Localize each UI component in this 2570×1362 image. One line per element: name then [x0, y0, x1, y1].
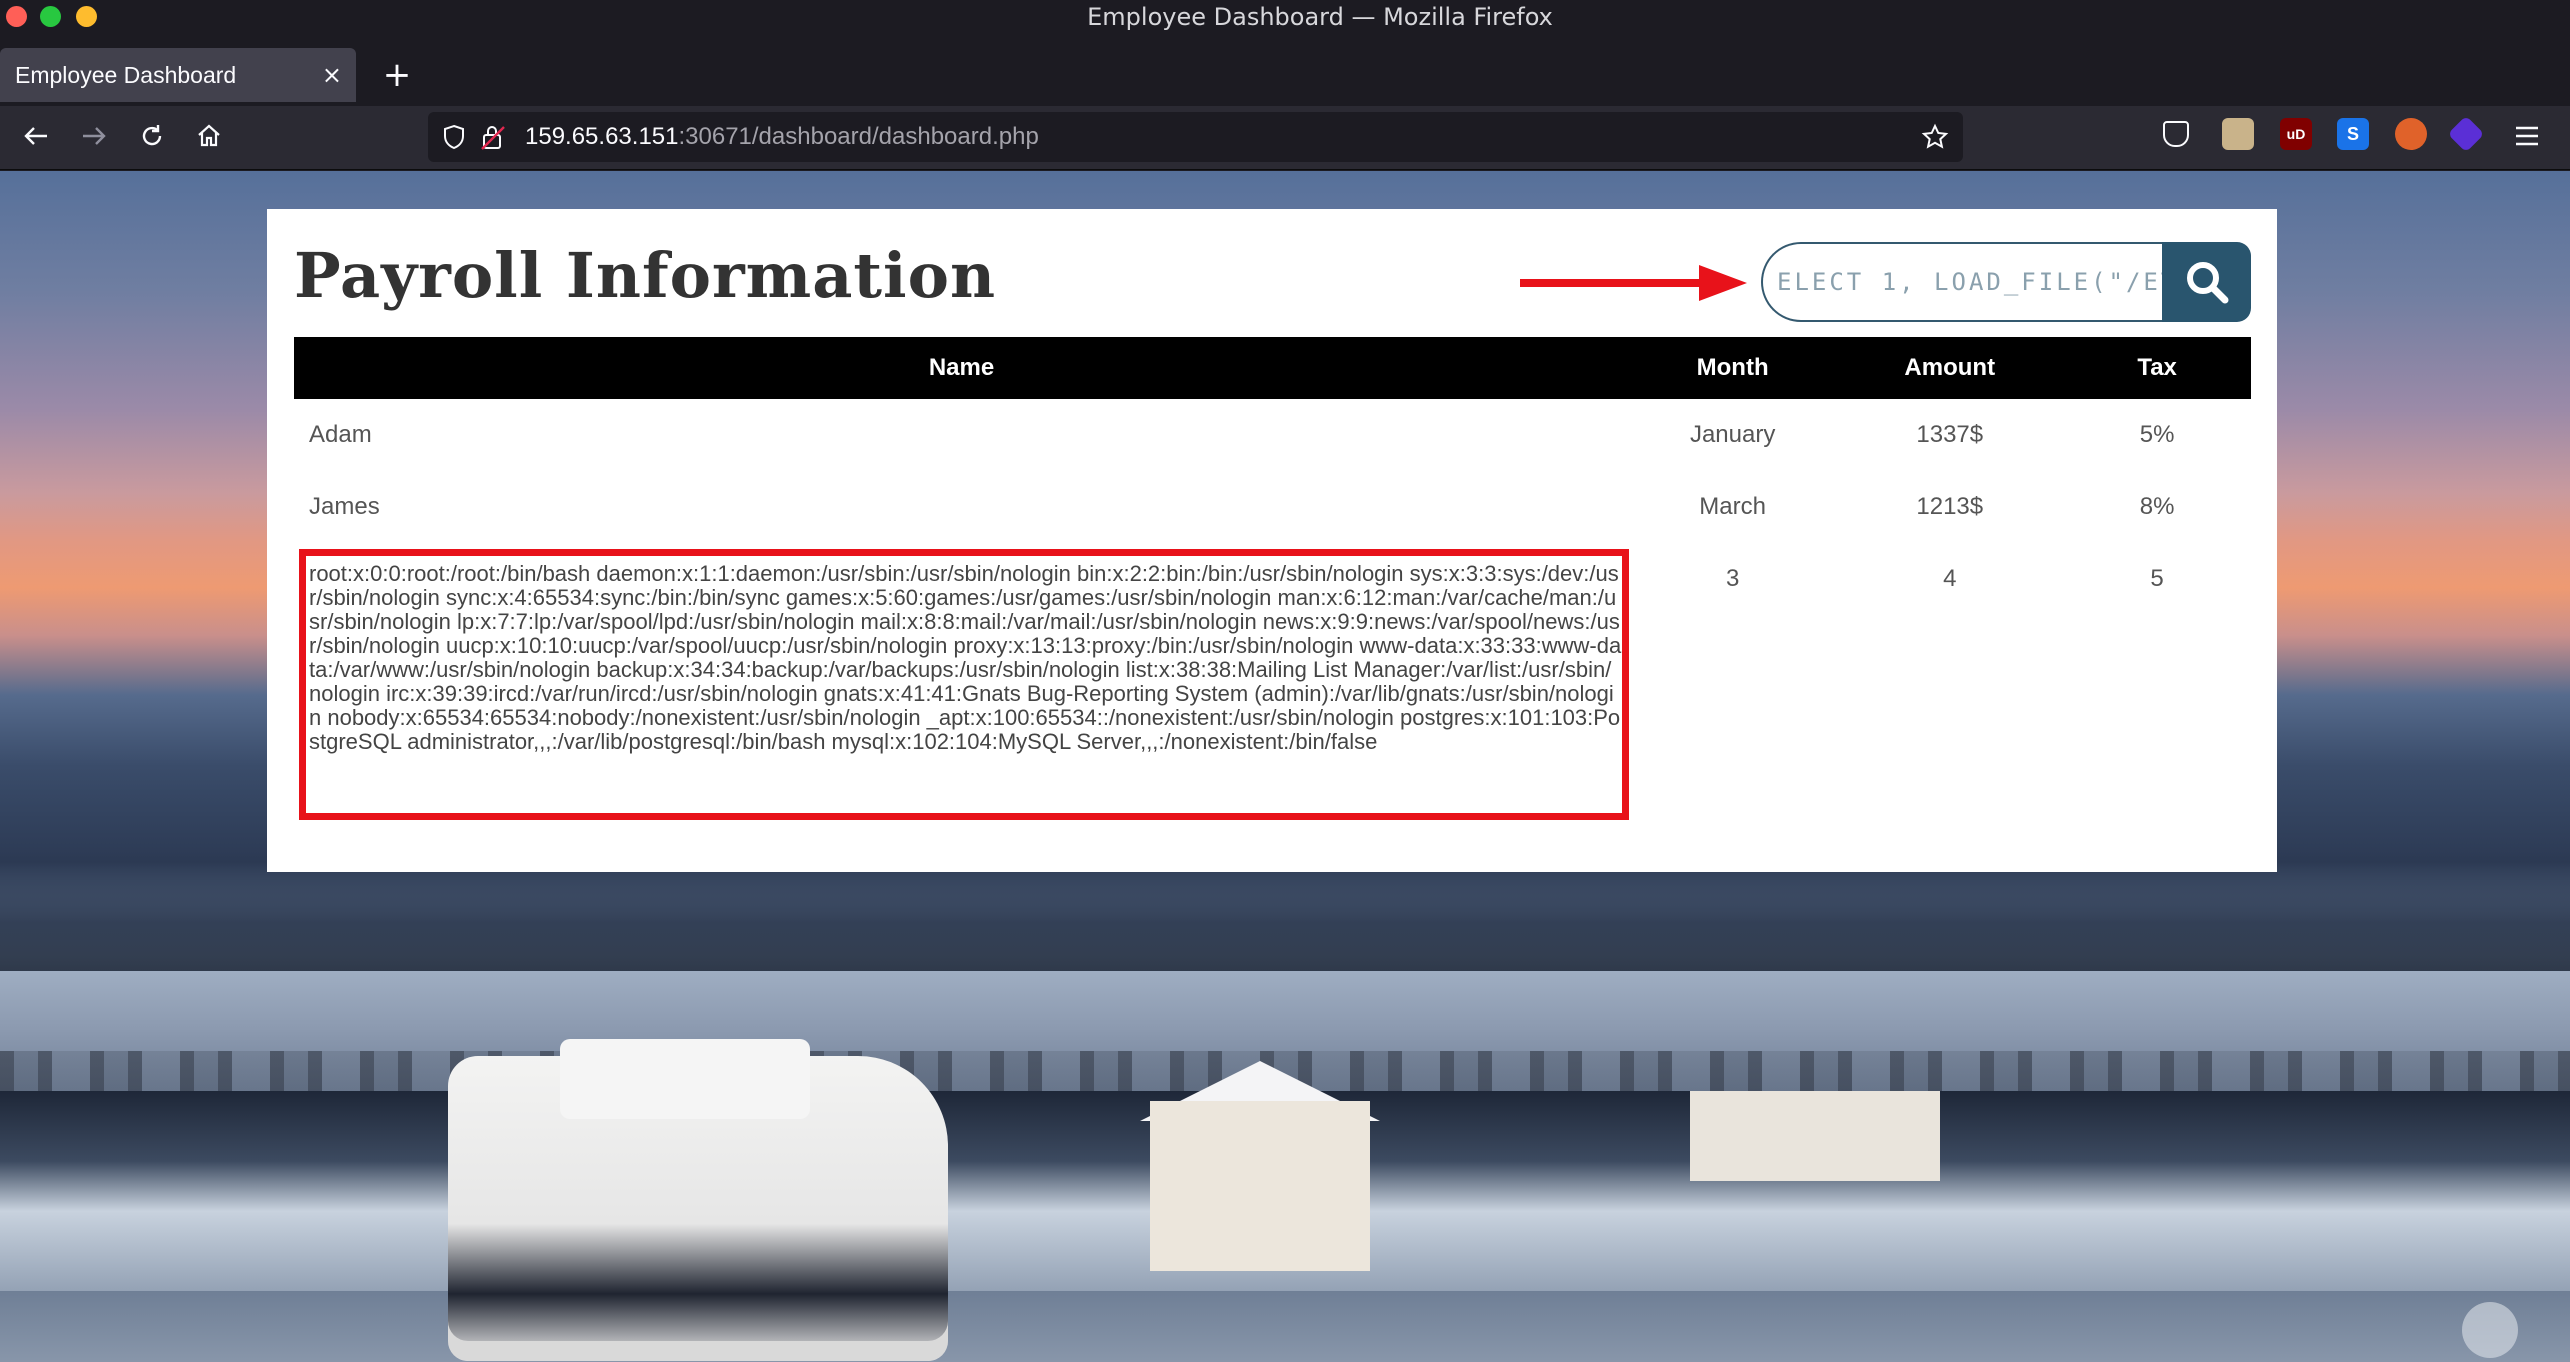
column-header-amount[interactable]: Amount	[1836, 337, 2064, 399]
search-field[interactable]	[1761, 242, 2167, 322]
cookie-extension-icon[interactable]	[2222, 118, 2254, 150]
search-icon	[2186, 262, 2228, 304]
ublock-origin-icon[interactable]: uD	[2280, 118, 2312, 150]
cell-name: James	[309, 493, 380, 520]
navigation-toolbar: 159.65.63.151:30671/dashboard/dashboard.…	[0, 106, 2570, 170]
app-menu-button[interactable]	[2505, 114, 2549, 158]
background-villa	[1150, 1101, 1370, 1271]
tab-close-icon[interactable]: ×	[322, 48, 342, 102]
payroll-table: Name Month Amount Tax Adam January 1337$…	[294, 337, 2251, 820]
url-path: :30671/dashboard/dashboard.php	[678, 123, 1039, 150]
home-button[interactable]	[187, 114, 231, 158]
column-header-month[interactable]: Month	[1629, 337, 1837, 399]
reload-button[interactable]	[130, 114, 174, 158]
cell-month: March	[1699, 493, 1766, 520]
foxyproxy-icon[interactable]	[2395, 118, 2427, 150]
background-water	[0, 1291, 2570, 1362]
background-ferry-bridge	[560, 1039, 810, 1119]
cell-amount: 4	[1943, 565, 1957, 592]
cell-name: Adam	[309, 421, 372, 448]
url-bar[interactable]: 159.65.63.151:30671/dashboard/dashboard.…	[428, 112, 1963, 162]
wappalyzer-icon[interactable]	[2447, 115, 2485, 153]
tab-employee-dashboard[interactable]: Employee Dashboard ×	[0, 48, 356, 102]
cell-tax: 5%	[2139, 421, 2175, 448]
url-text[interactable]: 159.65.63.151:30671/dashboard/dashboard.…	[525, 112, 1039, 162]
tab-title: Employee Dashboard	[15, 62, 237, 88]
cell-month: January	[1689, 421, 1776, 448]
new-tab-button[interactable]: +	[375, 48, 419, 102]
column-header-name[interactable]: Name	[294, 337, 1629, 399]
window-title: Employee Dashboard — Mozilla Firefox	[1087, 3, 1553, 31]
tracking-protection-shield-icon[interactable]	[442, 124, 466, 150]
background-house	[1690, 1091, 1940, 1181]
back-arrow-icon	[24, 127, 47, 145]
s-extension-icon[interactable]: S	[2337, 118, 2369, 150]
tab-strip: Employee Dashboard × +	[0, 34, 2570, 106]
forward-button[interactable]	[72, 114, 116, 158]
passwd-file-dump: root:x:0:0:root:/root:/bin/bash daemon:x…	[309, 561, 1622, 754]
insecure-lock-icon[interactable]	[480, 123, 506, 151]
search-input[interactable]	[1763, 244, 2167, 320]
highlight-box: root:x:0:0:root:/root:/bin/bash daemon:x…	[299, 549, 1629, 820]
cell-month: 3	[1725, 565, 1740, 592]
table-row-injected: root:x:0:0:root:/root:/bin/bash daemon:x…	[294, 543, 2251, 820]
cell-tax: 8%	[2139, 493, 2175, 520]
column-header-tax[interactable]: Tax	[2063, 337, 2251, 399]
back-button[interactable]	[14, 114, 58, 158]
search-button[interactable]	[2162, 242, 2251, 322]
annotation-arrow	[1520, 279, 1705, 287]
annotation-arrow-head	[1699, 265, 1747, 301]
pocket-icon[interactable]	[2163, 121, 2189, 147]
table-header-row: Name Month Amount Tax	[294, 337, 2251, 399]
home-icon	[198, 124, 220, 147]
cell-amount: 1337$	[1916, 421, 1984, 448]
floating-widget-icon[interactable]	[2462, 1302, 2518, 1358]
bookmark-star-icon[interactable]	[1921, 123, 1949, 151]
cell-tax: 5	[2150, 565, 2164, 592]
table-row: Adam January 1337$ 5%	[294, 399, 2251, 471]
reload-icon	[142, 125, 162, 146]
page-title: Payroll Information	[294, 239, 997, 312]
cell-name-injected: root:x:0:0:root:/root:/bin/bash daemon:x…	[294, 543, 1629, 820]
url-host: 159.65.63.151	[525, 123, 679, 150]
cell-amount: 1213$	[1916, 493, 1984, 520]
payroll-card: Payroll Information Name Month Amount Ta…	[267, 209, 2277, 872]
window-titlebar: Employee Dashboard — Mozilla Firefox	[0, 0, 2570, 34]
hamburger-menu-icon	[2516, 126, 2538, 146]
page-content: Payroll Information Name Month Amount Ta…	[0, 171, 2570, 1362]
table-row: James March 1213$ 8%	[294, 471, 2251, 543]
forward-arrow-icon	[83, 127, 106, 145]
